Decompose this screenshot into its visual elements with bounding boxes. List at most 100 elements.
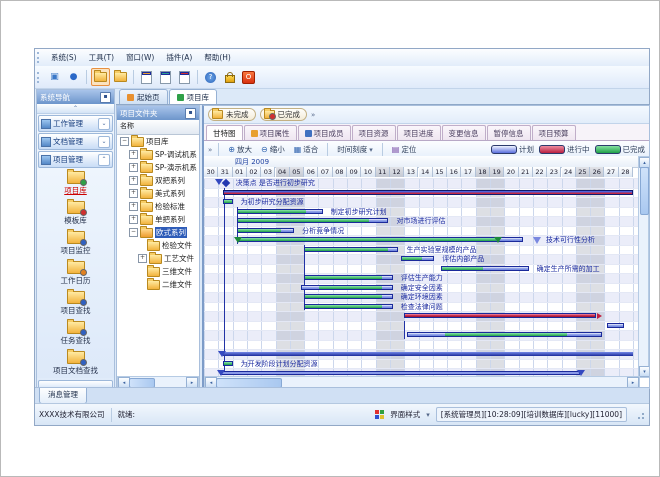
filter-未完成[interactable]: 未完成 bbox=[208, 108, 256, 121]
globe-icon[interactable]: ● bbox=[65, 69, 82, 85]
task-bar[interactable] bbox=[304, 275, 393, 280]
help-icon[interactable]: ? bbox=[202, 69, 219, 85]
sidebar-section-工作管理[interactable]: 工作管理⌄ bbox=[38, 115, 113, 132]
task-bar[interactable] bbox=[401, 256, 434, 261]
locate-button[interactable]: ▤定位 bbox=[389, 143, 420, 156]
tree-item-三维文件[interactable]: 三维文件 bbox=[117, 265, 199, 278]
expand-icon[interactable]: + bbox=[129, 215, 138, 224]
gantt-tab-暂停信息[interactable]: 暂停信息 bbox=[487, 125, 531, 140]
gantt-tab-项目属性[interactable]: 项目属性 bbox=[244, 125, 297, 140]
form-close-icon[interactable] bbox=[176, 69, 193, 85]
tree-item-项目库[interactable]: −项目库 bbox=[117, 135, 199, 148]
task-bar[interactable] bbox=[441, 266, 528, 271]
sidebar-section-文档管理[interactable]: 文档管理⌄ bbox=[38, 133, 113, 150]
chevron-up-icon[interactable]: ⌃ bbox=[98, 154, 110, 166]
tree-item-双把系列[interactable]: +双把系列 bbox=[117, 174, 199, 187]
chevron-down-icon[interactable]: ⌄ bbox=[98, 118, 110, 130]
filter-已完成[interactable]: 已完成 bbox=[260, 108, 308, 121]
tree-item-SP-演示机系[interactable]: +SP-演示机系 bbox=[117, 161, 199, 174]
sidebar-section-项目管理[interactable]: 项目管理⌃ bbox=[38, 151, 113, 168]
tab-起始页[interactable]: 起始页 bbox=[119, 89, 168, 104]
gantt-vscrollbar[interactable]: ▴ ▾ bbox=[638, 156, 649, 378]
sidebar-scroll-up-button[interactable]: ⌃ bbox=[37, 104, 114, 114]
menu-item[interactable]: 窗口(W) bbox=[120, 50, 160, 65]
gantt-tab-项目预算[interactable]: 项目预算 bbox=[532, 125, 576, 140]
scroll-down-icon[interactable]: ▾ bbox=[639, 366, 650, 377]
monitor-icon[interactable]: ▣ bbox=[46, 69, 63, 85]
expand-icon[interactable]: + bbox=[138, 254, 147, 263]
sidebar-item-模板库[interactable]: 模板库 bbox=[37, 198, 114, 228]
task-bar[interactable] bbox=[237, 218, 389, 223]
pin-icon[interactable]: ▪ bbox=[100, 92, 111, 103]
collapse-icon[interactable]: − bbox=[129, 228, 138, 237]
expand-icon[interactable]: + bbox=[129, 202, 138, 211]
task-bar[interactable] bbox=[607, 323, 624, 328]
task-bar[interactable] bbox=[304, 294, 393, 299]
tree-item-二维文件[interactable]: 二维文件 bbox=[117, 278, 199, 291]
task-bar[interactable] bbox=[237, 228, 294, 233]
folder-pin-icon[interactable] bbox=[112, 69, 129, 85]
phase-bar[interactable] bbox=[237, 237, 523, 242]
form-new-icon[interactable] bbox=[138, 69, 155, 85]
task-bar[interactable] bbox=[223, 199, 233, 204]
tree-item-检验标准[interactable]: +检验标准 bbox=[117, 200, 199, 213]
task-bar[interactable] bbox=[407, 332, 601, 337]
chevron-down-icon[interactable]: ▾ bbox=[426, 411, 430, 419]
task-bar[interactable] bbox=[304, 304, 393, 309]
tree-item-美式系列[interactable]: +美式系列 bbox=[117, 187, 199, 200]
tab-项目库[interactable]: 项目库 bbox=[169, 89, 218, 104]
tree-item-欧式系列[interactable]: −欧式系列 bbox=[117, 226, 199, 239]
menu-item[interactable]: 帮助(H) bbox=[198, 50, 237, 65]
tree-pin-icon[interactable]: ▪ bbox=[185, 108, 196, 119]
sidebar-item-项目查找[interactable]: 项目查找 bbox=[37, 288, 114, 318]
grid-vline bbox=[590, 178, 591, 378]
zoom-in-button[interactable]: ⊕放大 bbox=[225, 143, 255, 156]
overflow-chevron-icon[interactable]: » bbox=[311, 111, 315, 119]
expand-icon[interactable]: + bbox=[129, 189, 138, 198]
power-icon[interactable]: O bbox=[240, 69, 257, 85]
gantt-tab-项目资源[interactable]: 项目资源 bbox=[352, 125, 396, 140]
gantt-tab-项目进度[interactable]: 项目进度 bbox=[397, 125, 441, 140]
ui-style-button[interactable]: 界面样式 bbox=[390, 409, 420, 420]
tree-item-单把系列[interactable]: +单把系列 bbox=[117, 213, 199, 226]
chevron-down-icon[interactable]: ⌄ bbox=[98, 136, 110, 148]
expand-icon[interactable]: + bbox=[129, 150, 138, 159]
collapse-icon[interactable]: − bbox=[120, 137, 129, 146]
summary-progress-bar[interactable] bbox=[223, 190, 633, 195]
fit-button[interactable]: ▦适合 bbox=[291, 143, 322, 156]
task-bar[interactable] bbox=[304, 247, 398, 252]
form-run-icon[interactable] bbox=[157, 69, 174, 85]
toolbar-grip[interactable] bbox=[37, 72, 42, 83]
tree-item-工艺文件[interactable]: +工艺文件 bbox=[117, 252, 199, 265]
sidebar-item-任务查找[interactable]: 任务查找 bbox=[37, 318, 114, 348]
overflow-chevron-icon[interactable]: » bbox=[208, 146, 212, 154]
menubar-grip[interactable] bbox=[37, 52, 42, 63]
span-bar[interactable] bbox=[220, 371, 580, 375]
resize-grip[interactable] bbox=[635, 410, 645, 420]
message-manager-tab[interactable]: 消息管理 bbox=[39, 388, 87, 404]
tree-item-检验文件[interactable]: 检验文件 bbox=[117, 239, 199, 252]
menu-item[interactable]: 插件(A) bbox=[160, 50, 198, 65]
gantt-tab-变更信息[interactable]: 变更信息 bbox=[442, 125, 486, 140]
gantt-tab-甘特图[interactable]: 甘特图 bbox=[206, 125, 243, 140]
menu-item[interactable]: 系统(S) bbox=[45, 50, 83, 65]
zoom-out-button[interactable]: ⊖缩小 bbox=[258, 143, 288, 156]
sidebar-item-项目库[interactable]: 项目库 bbox=[37, 168, 114, 198]
tree-item-SP-调试机系[interactable]: +SP-调试机系 bbox=[117, 148, 199, 161]
task-bar[interactable] bbox=[237, 209, 323, 214]
summary-bar[interactable] bbox=[223, 352, 633, 356]
task-bar[interactable] bbox=[301, 285, 393, 290]
task-bar[interactable] bbox=[223, 361, 233, 366]
task-progress-bar[interactable] bbox=[404, 313, 596, 318]
gantt-tab-项目成员[interactable]: 项目成员 bbox=[298, 125, 351, 140]
sidebar-item-工作日历[interactable]: 工作日历 bbox=[37, 258, 114, 288]
time-scale-button[interactable]: 时间刻度▾ bbox=[334, 143, 376, 156]
lock-icon[interactable] bbox=[221, 69, 238, 85]
sidebar-item-项目文档查找[interactable]: 项目文档查找 bbox=[37, 348, 114, 378]
expand-icon[interactable]: + bbox=[129, 163, 138, 172]
folder-open-icon[interactable] bbox=[91, 68, 110, 86]
gantt-vscroll-thumb[interactable] bbox=[640, 167, 649, 215]
expand-icon[interactable]: + bbox=[129, 176, 138, 185]
menu-item[interactable]: 工具(T) bbox=[83, 50, 120, 65]
sidebar-item-项目监控[interactable]: 项目监控 bbox=[37, 228, 114, 258]
